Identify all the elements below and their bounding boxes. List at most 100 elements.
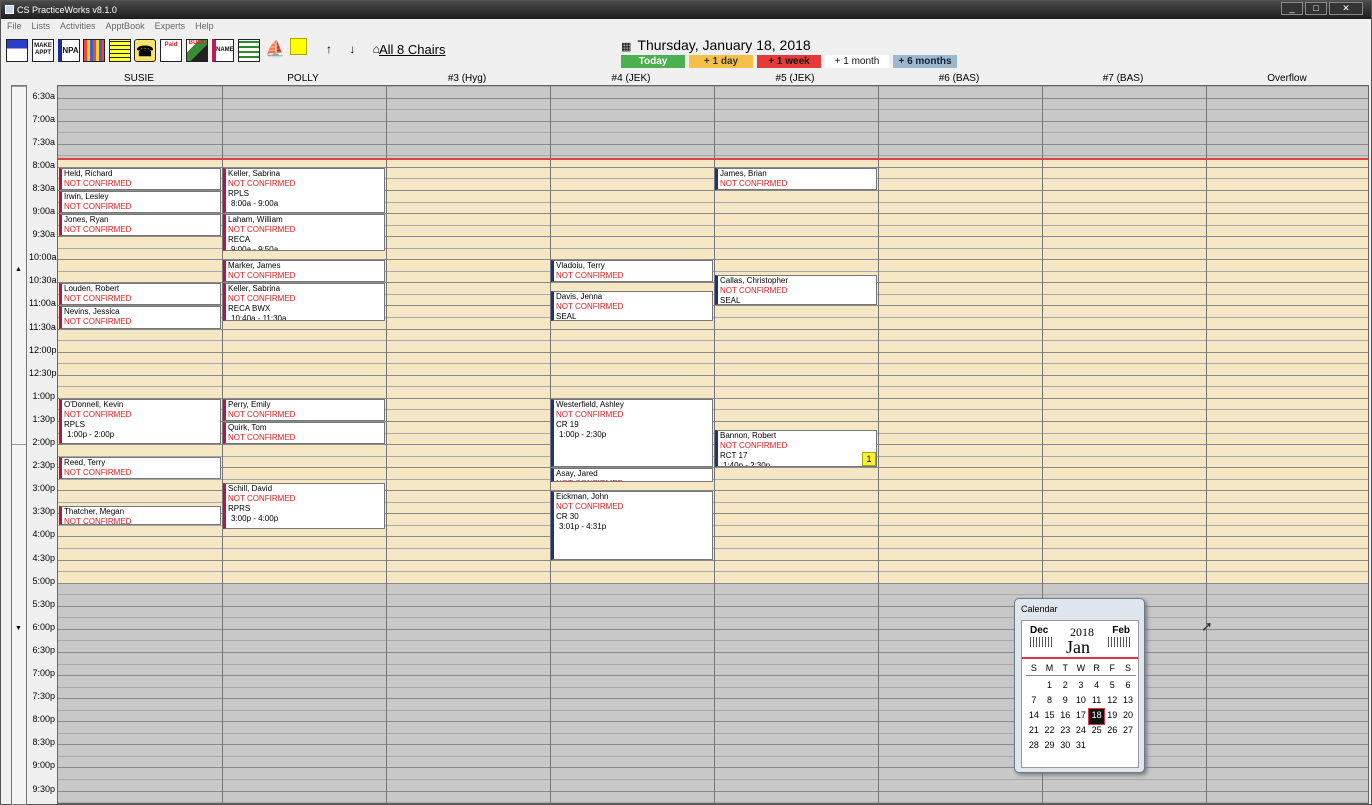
all-chairs-link[interactable]: All 8 Chairs [379, 42, 445, 57]
calendar-day[interactable]: 3 [1073, 679, 1089, 694]
today-button[interactable]: Today [621, 55, 685, 68]
calendar-day[interactable]: 19 [1104, 709, 1120, 724]
calendar-day[interactable]: 17 [1073, 709, 1089, 724]
vertical-scrollbar[interactable]: ▲ ▼ [11, 85, 27, 805]
appointment-block[interactable]: Callas, Christopher NOT CONFIRMED SEAL [715, 275, 877, 306]
column-header-4-jek[interactable]: #4 (JEK) [549, 72, 713, 86]
calendar-day[interactable]: 8 [1042, 694, 1058, 709]
appointment-block[interactable]: Held, RichardNOT CONFIRMEDRECA [59, 167, 221, 190]
appointment-block[interactable]: Keller, Sabrina NOT CONFIRMED RPLS 8:00a - … [223, 167, 385, 214]
appointment-block[interactable]: Thatcher, MeganNOT CONFIRMEDRECA [59, 506, 221, 525]
column-header-7-bas[interactable]: #7 (BAS) [1041, 72, 1205, 86]
column-header-polly[interactable]: POLLY [221, 72, 385, 86]
calendar-day[interactable]: 1 [1042, 679, 1058, 694]
calendar-day[interactable]: 12 [1104, 694, 1120, 709]
name-button[interactable]: NAME [212, 39, 234, 62]
appointment-block[interactable]: Nevins, JessicaNOT CONFIRMEDRECA [59, 306, 221, 329]
column-header-6-bas[interactable]: #6 (BAS) [877, 72, 1041, 86]
schedule-grid-icon[interactable] [6, 39, 28, 62]
close-icon[interactable]: ✕ [1329, 2, 1363, 15]
calendar-day[interactable]: 29 [1042, 739, 1058, 754]
weekday-label: T [1062, 663, 1068, 673]
appointment-block[interactable]: Marker, JamesNOT CONFIRMEDRECA [223, 260, 385, 283]
make-appt-button[interactable]: MAKE APPT [32, 39, 54, 62]
ledger-icon[interactable] [109, 39, 131, 62]
appointment-block[interactable]: James, Brian NOT CONFIRMED [715, 167, 877, 190]
column-header-overflow[interactable]: Overflow [1205, 72, 1369, 86]
appointment-block[interactable]: Bannon, Robert NOT CONFIRMED RCT 17 1:40p -… [715, 429, 877, 468]
appointment-block[interactable]: Jones, RyanNOT CONFIRMEDRECA [59, 214, 221, 237]
appointment-badge[interactable]: 1 [862, 452, 876, 467]
menu-help[interactable]: Help [195, 19, 214, 34]
calendar-icon[interactable]: ▦ [621, 41, 631, 53]
npa-button[interactable]: NPA [58, 39, 80, 62]
appointment-block[interactable]: Vladoiu, TerryNOT CONFIRMEDCOMP 22 MIF [551, 260, 713, 283]
calendar-day[interactable]: 13 [1120, 694, 1136, 709]
calendar-day[interactable]: 24 [1073, 724, 1089, 739]
plus-1-week-button[interactable]: + 1 week [757, 55, 821, 68]
appointment-block[interactable]: Perry, EmilyNOT CONFIRMEDRECA [223, 398, 385, 421]
list-icon[interactable] [238, 39, 260, 62]
calendar-day[interactable]: 21 [1026, 724, 1042, 739]
appointment-block[interactable]: Irwin, LesleyNOT CONFIRMEDRECA [59, 190, 221, 214]
next-month-button[interactable]: Feb [1112, 625, 1130, 636]
yellow-flag-icon[interactable] [290, 38, 307, 55]
calendar-day[interactable]: 26 [1104, 724, 1120, 739]
minimize-icon[interactable]: _ [1281, 2, 1303, 15]
calendar-day[interactable]: 5 [1104, 679, 1120, 694]
calendar-day[interactable]: 31 [1073, 739, 1089, 754]
plus-6-months-button[interactable]: + 6 months [893, 55, 957, 68]
calendar-day[interactable]: 23 [1057, 724, 1073, 739]
menu-lists[interactable]: Lists [32, 19, 51, 34]
menu-experts[interactable]: Experts [155, 19, 186, 34]
calendar-day[interactable]: 28 [1026, 739, 1042, 754]
column-header-susie[interactable]: SUSIE [57, 72, 221, 86]
appointment-block[interactable]: Laham, William NOT CONFIRMED RECA 9:00a - 9… [223, 214, 385, 252]
appointment-block[interactable]: Louden, RobertNOT CONFIRMEDRECA [59, 283, 221, 306]
calendar-day[interactable]: 22 [1042, 724, 1058, 739]
appointment-block[interactable]: Quirk, TomNOT CONFIRMEDRECA [223, 421, 385, 445]
calendar-day[interactable]: 6 [1120, 679, 1136, 694]
calendar-popup[interactable]: Calendar Dec 2018 Jan Feb SMTWRFS 123456… [1014, 598, 1145, 773]
calendar-day[interactable]: 30 [1057, 739, 1073, 754]
appointment-block[interactable]: Westerfield, Ashley NOT CONFIRMED CR 19 1:0… [551, 398, 713, 468]
appointment-block[interactable]: Asay, JaredNOT CONFIRMED [551, 468, 713, 483]
maximize-icon[interactable]: □ [1305, 2, 1327, 15]
appointment-block[interactable]: Schill, David NOT CONFIRMED RPRS 3:00p - 4:… [223, 483, 385, 529]
calendar-day[interactable]: 4 [1089, 679, 1105, 694]
menu-apptbook[interactable]: ApptBook [106, 19, 145, 34]
calendar-day[interactable]: 9 [1057, 694, 1073, 709]
calendar-day[interactable]: 2 [1057, 679, 1073, 694]
navigation-arrows[interactable]: ↑ ↓ ⌂ [326, 42, 387, 56]
appointment-block[interactable]: Davis, Jenna NOT CONFIRMED SEAL [551, 291, 713, 321]
menu-file[interactable]: File [7, 19, 22, 34]
paid-button[interactable]: Paid [160, 39, 182, 62]
calendar-day[interactable]: 27 [1120, 724, 1136, 739]
appointment-block[interactable]: Keller, Sabrina NOT CONFIRMED RECA BWX 10:4… [223, 283, 385, 321]
menu-activities[interactable]: Activities [60, 19, 96, 34]
calendar-day[interactable]: 7 [1026, 694, 1042, 709]
plus-1-day-button[interactable]: + 1 day [689, 55, 753, 68]
schedule-grid[interactable]: Held, RichardNOT CONFIRMEDRECAIrwin, Les… [57, 85, 1369, 804]
sailboat-icon[interactable]: ⛵ [264, 39, 286, 62]
appointment-block[interactable]: O'Donnell, Kevin NOT CONFIRMED RPLS 1:00p -… [59, 398, 221, 445]
appointment-block[interactable]: Reed, TerryNOT CONFIRMEDRECA [59, 456, 221, 479]
column-header-5-jek[interactable]: #5 (JEK) [713, 72, 877, 86]
appointment-block[interactable]: Eickman, John NOT CONFIRMED CR 30 3:01p - 4… [551, 491, 713, 560]
calendar-day[interactable]: 16 [1057, 709, 1073, 724]
plus-1-month-button[interactable]: + 1 month [825, 55, 889, 68]
calendar-day[interactable]: 14 [1026, 709, 1042, 724]
calendar-day[interactable]: 15 [1042, 709, 1058, 724]
scroll-up-icon[interactable]: ▲ [15, 266, 22, 273]
column-header-3-hyg[interactable]: #3 (Hyg) [385, 72, 549, 86]
prev-month-button[interactable]: Dec [1030, 625, 1048, 636]
bulk-button[interactable]: BULK [186, 39, 208, 62]
calendar-day[interactable]: 20 [1120, 709, 1136, 724]
calendar-day[interactable]: 11 [1089, 694, 1105, 709]
calendar-day[interactable]: 25 [1089, 724, 1105, 739]
calendar-day-selected[interactable]: 18 [1087, 708, 1106, 725]
scroll-down-icon[interactable]: ▼ [15, 625, 22, 632]
chart-grid-icon[interactable] [83, 39, 105, 62]
phone-icon[interactable]: ☎ [134, 39, 156, 62]
calendar-day[interactable]: 10 [1073, 694, 1089, 709]
